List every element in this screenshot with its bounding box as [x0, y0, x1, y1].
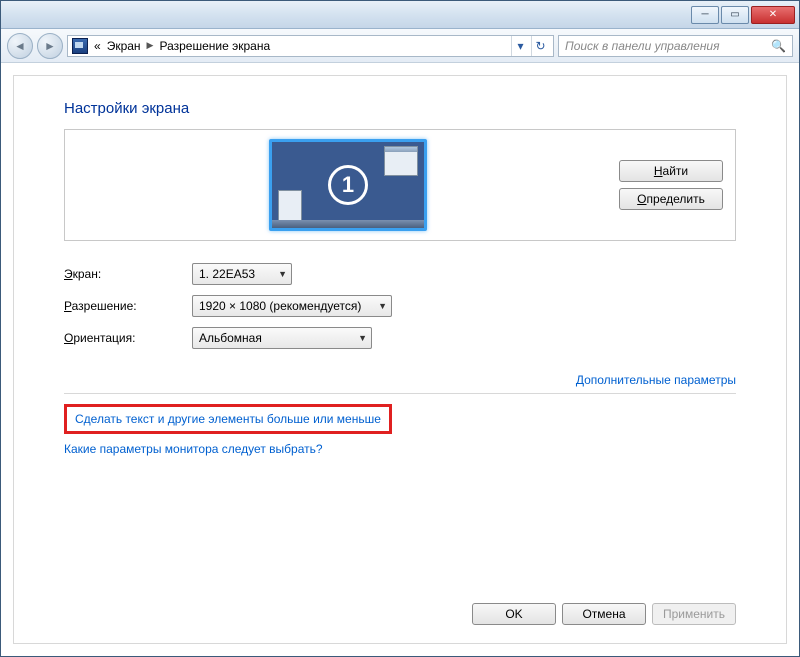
- close-button[interactable]: ✕: [751, 6, 795, 24]
- find-button[interactable]: Найти: [619, 160, 723, 182]
- content-pane: Настройки экрана 1 Найти Определить: [1, 63, 799, 656]
- window: ─ ▭ ✕ ◄ ► « Экран ▶ Разрешение экрана ▾ …: [0, 0, 800, 657]
- help-link[interactable]: Какие параметры монитора следует выбрать…: [64, 442, 323, 456]
- advanced-settings-link[interactable]: Дополнительные параметры: [576, 373, 736, 387]
- chevron-down-icon: ▼: [378, 301, 387, 311]
- orientation-dropdown[interactable]: Альбомная ▼: [192, 327, 372, 349]
- breadcrumb-screen[interactable]: Экран: [107, 39, 141, 53]
- preview-window-icon: [384, 146, 418, 176]
- highlighted-link-box: Сделать текст и другие элементы больше и…: [64, 404, 392, 434]
- resolution-value: 1920 × 1080 (рекомендуется): [199, 299, 361, 313]
- chevron-down-icon: ▼: [278, 269, 287, 279]
- resolution-label: Разрешение:: [64, 299, 192, 313]
- address-bar[interactable]: « Экран ▶ Разрешение экрана ▾ ↻: [67, 35, 554, 57]
- screen-label: Экран:: [64, 267, 192, 281]
- preview-taskbar: [272, 220, 424, 228]
- search-input[interactable]: Поиск в панели управления 🔍: [558, 35, 793, 57]
- search-placeholder: Поиск в панели управления: [565, 39, 720, 53]
- nav-forward-button[interactable]: ►: [37, 33, 63, 59]
- monitor-1[interactable]: 1: [269, 139, 427, 231]
- nav-back-button[interactable]: ◄: [7, 33, 33, 59]
- monitor-preview-area: 1: [77, 139, 619, 231]
- breadcrumb-resolution[interactable]: Разрешение экрана: [159, 39, 270, 53]
- dialog-buttons: OK Отмена Применить: [64, 575, 736, 625]
- form-rows: Экран: 1. 22EA53 ▼ Разрешение: 1920 × 10…: [64, 263, 736, 359]
- address-dropdown-icon[interactable]: ▾: [511, 36, 529, 56]
- orientation-label: Ориентация:: [64, 331, 192, 345]
- screen-value: 1. 22EA53: [199, 267, 255, 281]
- cancel-button[interactable]: Отмена: [562, 603, 646, 625]
- monitor-number: 1: [328, 165, 368, 205]
- chevron-right-icon: ▶: [147, 40, 154, 51]
- identify-button[interactable]: Определить: [619, 188, 723, 210]
- monitor-preview-panel: 1 Найти Определить: [64, 129, 736, 241]
- breadcrumb-prefix: «: [94, 39, 101, 53]
- search-icon[interactable]: 🔍: [771, 39, 786, 53]
- orientation-value: Альбомная: [199, 331, 262, 345]
- minimize-button[interactable]: ─: [691, 6, 719, 24]
- screen-dropdown[interactable]: 1. 22EA53 ▼: [192, 263, 292, 285]
- titlebar: ─ ▭ ✕: [1, 1, 799, 29]
- refresh-button[interactable]: ↻: [531, 36, 549, 56]
- chevron-down-icon: ▼: [358, 333, 367, 343]
- ok-button[interactable]: OK: [472, 603, 556, 625]
- text-size-link[interactable]: Сделать текст и другие элементы больше и…: [75, 412, 381, 426]
- page-title: Настройки экрана: [64, 100, 736, 117]
- control-panel-icon: [72, 38, 88, 54]
- navbar: ◄ ► « Экран ▶ Разрешение экрана ▾ ↻ Поис…: [1, 29, 799, 63]
- maximize-button[interactable]: ▭: [721, 6, 749, 24]
- settings-panel: Настройки экрана 1 Найти Определить: [13, 75, 787, 644]
- apply-button: Применить: [652, 603, 736, 625]
- resolution-dropdown[interactable]: 1920 × 1080 (рекомендуется) ▼: [192, 295, 392, 317]
